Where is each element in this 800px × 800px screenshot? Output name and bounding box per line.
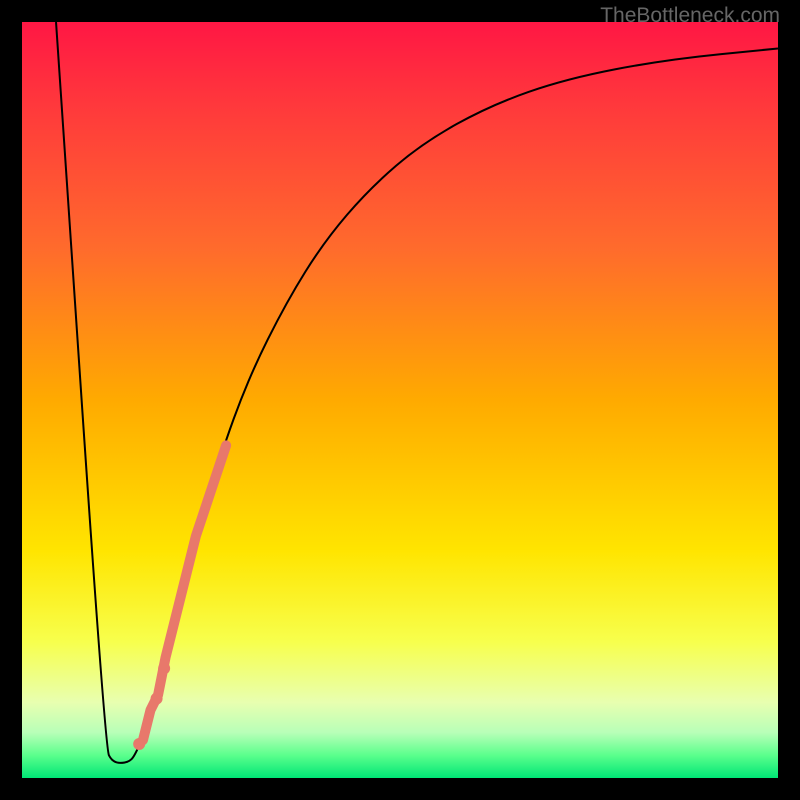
gradient-background bbox=[22, 22, 778, 778]
highlight-dot bbox=[133, 738, 145, 750]
highlight-dot bbox=[158, 662, 170, 674]
highlight-dot bbox=[151, 693, 163, 705]
chart-svg bbox=[22, 22, 778, 778]
chart-container: TheBottleneck.com bbox=[0, 0, 800, 800]
watermark-text: TheBottleneck.com bbox=[600, 4, 780, 28]
plot-area bbox=[22, 22, 778, 778]
